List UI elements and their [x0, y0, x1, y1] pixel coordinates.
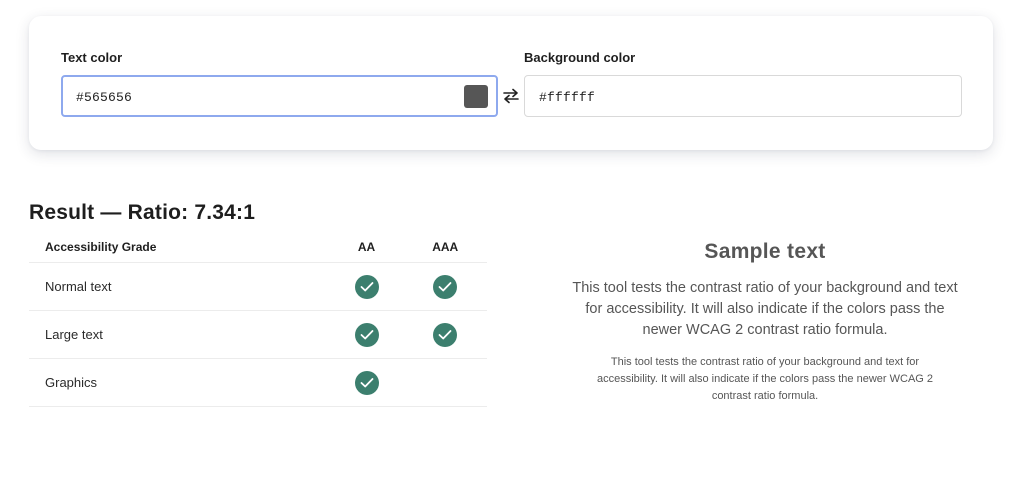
sample-text-panel: Sample text This tool tests the contrast… — [565, 240, 965, 405]
row-label-large-text: Large text — [29, 310, 330, 359]
sample-text-large: This tool tests the contrast ratio of yo… — [572, 280, 958, 338]
row-label-normal-text: Normal text — [29, 262, 330, 311]
check-circle-icon — [354, 274, 379, 299]
graphics-aaa-empty-cell — [403, 358, 487, 407]
background-color-field[interactable] — [524, 75, 962, 117]
check-circle-icon — [354, 322, 379, 347]
check-circle-icon — [354, 370, 379, 395]
text-color-input[interactable] — [76, 88, 436, 106]
header-aa: AA — [329, 232, 404, 263]
table-row: Normal text — [29, 262, 487, 311]
row-label-graphics: Graphics — [29, 358, 330, 407]
text-color-swatch[interactable] — [464, 85, 488, 108]
table-header-row: Accessibility Grade AA AAA — [29, 232, 487, 263]
swap-arrows-icon[interactable] — [502, 88, 520, 104]
check-circle-icon — [433, 274, 458, 299]
table-row: Graphics — [29, 358, 487, 407]
accessibility-grade-table: Accessibility Grade AA AAA Normal text L… — [29, 232, 487, 407]
background-color-label: Background color — [524, 50, 636, 65]
color-input-card: Text color Background color — [29, 16, 993, 150]
sample-text-small: This tool tests the contrast ratio of yo… — [596, 356, 934, 402]
header-accessibility-grade: Accessibility Grade — [29, 232, 330, 263]
table-row: Large text — [29, 310, 487, 359]
result-title: Result — Ratio: 7.34:1 — [29, 201, 256, 224]
sample-text-title: Sample text — [704, 240, 826, 263]
header-aaa: AAA — [403, 232, 487, 263]
text-color-label: Text color — [61, 50, 123, 65]
check-circle-icon — [433, 322, 458, 347]
text-color-field[interactable] — [61, 75, 498, 117]
background-color-input[interactable] — [539, 88, 899, 106]
contrast-checker-page: Text color Background color Result — Rat… — [0, 0, 1024, 492]
